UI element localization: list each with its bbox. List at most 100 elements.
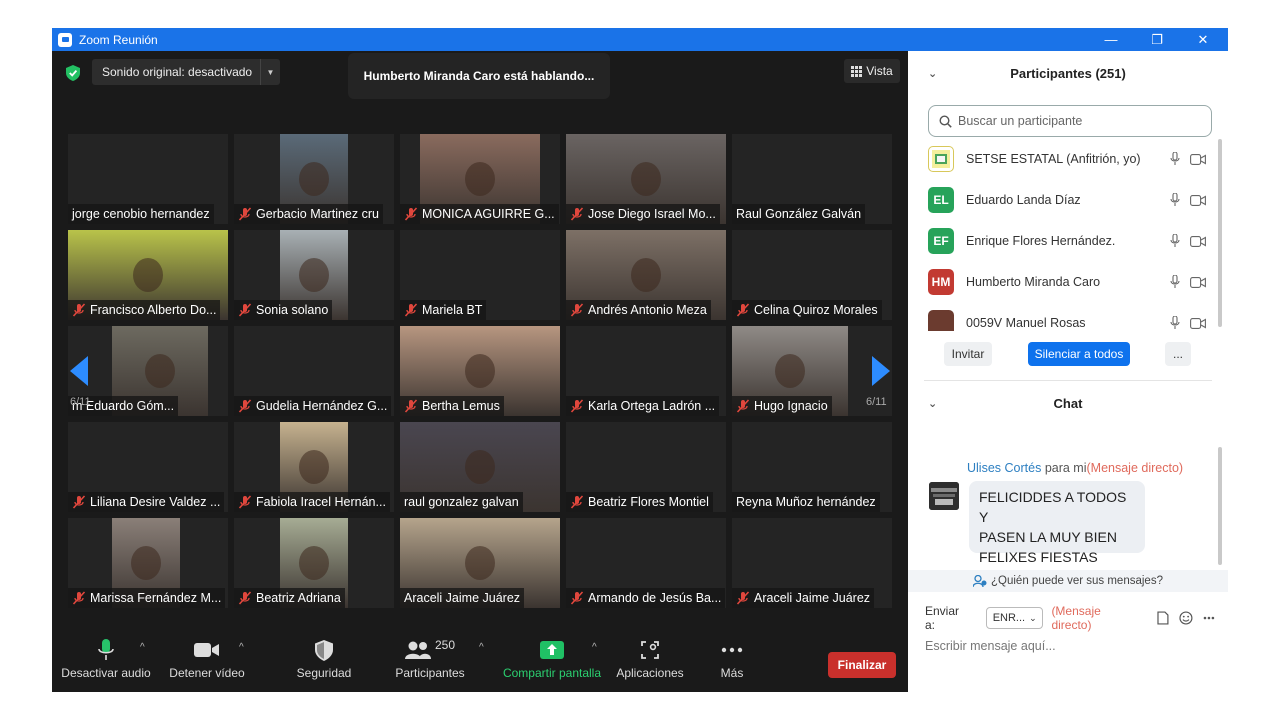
share-screen-button[interactable]: Compartir pantalla <box>498 634 606 692</box>
share-options-caret-icon[interactable]: ^ <box>592 642 597 653</box>
encryption-shield-icon[interactable] <box>66 65 80 81</box>
video-options-caret-icon[interactable]: ^ <box>239 642 244 653</box>
video-camera-icon[interactable] <box>1190 277 1206 288</box>
participant-row[interactable]: 0059V Manuel Rosas <box>928 303 1206 331</box>
mute-audio-button[interactable]: Desactivar audio <box>60 634 152 692</box>
video-tile[interactable]: raul gonzalez galvan <box>400 422 560 512</box>
video-camera-icon[interactable] <box>1190 318 1206 329</box>
participant-avatar <box>928 310 954 331</box>
participants-icon <box>404 641 431 659</box>
video-tile[interactable]: Fabiola Iracel Hernán... <box>234 422 394 512</box>
participant-name-label: Beatriz Adriana <box>234 588 345 608</box>
microphone-icon[interactable] <box>1170 193 1180 207</box>
video-tile[interactable]: Marissa Fernández M... <box>68 518 228 608</box>
video-tile[interactable]: Mariela BT <box>400 230 560 320</box>
participant-list-name: Eduardo Landa Díaz <box>966 193 1081 207</box>
participant-row[interactable]: HM Humberto Miranda Caro <box>928 262 1206 302</box>
participant-name: Andrés Antonio Meza <box>588 303 707 317</box>
original-sound-dropdown[interactable]: Sonido original: desactivado ▼ <box>92 59 280 85</box>
restore-button[interactable]: ❐ <box>1134 28 1180 51</box>
window-title: Zoom Reunión <box>79 32 158 47</box>
participant-avatar <box>928 146 954 172</box>
video-tile[interactable]: jorge cenobio hernandez <box>68 134 228 224</box>
security-button[interactable]: Seguridad <box>288 634 360 692</box>
participant-name: Gerbacio Martinez cru <box>256 207 379 221</box>
audio-options-caret-icon[interactable]: ^ <box>140 642 145 653</box>
video-tile[interactable]: Francisco Alberto Do... <box>68 230 228 320</box>
microphone-icon[interactable] <box>1170 234 1180 248</box>
video-camera-icon[interactable] <box>1190 195 1206 206</box>
recipient-dropdown[interactable]: ENR... ⌄ <box>985 607 1044 629</box>
participants-options-caret-icon[interactable]: ^ <box>479 642 484 653</box>
view-button[interactable]: Vista <box>844 59 900 83</box>
participant-list-name: 0059V Manuel Rosas <box>966 316 1086 330</box>
close-button[interactable]: ✕ <box>1180 28 1226 51</box>
shield-icon <box>315 639 333 661</box>
video-tile[interactable]: Gudelia Hernández G... <box>234 326 394 416</box>
muted-microphone-icon <box>736 399 750 413</box>
apps-button[interactable]: Aplicaciones <box>614 634 686 692</box>
next-page-arrow-icon[interactable] <box>872 356 890 386</box>
microphone-icon[interactable] <box>1170 316 1180 330</box>
minimize-button[interactable]: — <box>1088 28 1134 51</box>
participants-more-button[interactable]: ... <box>1165 342 1191 366</box>
video-tile[interactable]: Beatriz Flores Montiel <box>566 422 726 512</box>
stop-video-button[interactable]: Detener vídeo <box>164 634 250 692</box>
view-label: Vista <box>866 64 893 78</box>
participant-row[interactable]: EF Enrique Flores Hernández. <box>928 221 1206 261</box>
original-sound-label: Sonido original: desactivado <box>102 65 253 79</box>
video-camera-icon[interactable] <box>1190 236 1206 247</box>
participant-name-label: Liliana Desire Valdez ... <box>68 492 225 512</box>
video-tile[interactable]: Gerbacio Martinez cru <box>234 134 394 224</box>
video-tile[interactable]: Beatriz Adriana <box>234 518 394 608</box>
end-meeting-button[interactable]: Finalizar <box>828 652 896 678</box>
meeting-toolbar: Desactivar audio ^ Detener vídeo ^ Segur… <box>52 634 908 692</box>
participant-name-label: raul gonzalez galvan <box>400 492 523 512</box>
chat-message-input[interactable]: Escribir mensaje aquí... <box>925 639 1056 653</box>
video-tile[interactable]: Andrés Antonio Meza <box>566 230 726 320</box>
participant-silhouette <box>465 354 495 388</box>
emoji-icon[interactable] <box>1179 611 1193 625</box>
video-tile[interactable]: Liliana Desire Valdez ... <box>68 422 228 512</box>
chat-scrollbar[interactable] <box>1218 447 1222 565</box>
video-tile[interactable]: Sonia solano <box>234 230 394 320</box>
participants-button[interactable]: 250 Participantes <box>386 634 474 692</box>
video-tile[interactable]: Jose Diego Israel Mo... <box>566 134 726 224</box>
invite-button[interactable]: Invitar <box>944 342 992 366</box>
chat-sender-name[interactable]: Ulises Cortés <box>967 461 1041 475</box>
chevron-down-icon[interactable]: ▼ <box>260 59 280 85</box>
more-button[interactable]: Más <box>708 634 756 692</box>
video-tile[interactable]: Celina Quiroz Morales <box>732 230 892 320</box>
video-tile[interactable]: Reyna Muñoz hernández <box>732 422 892 512</box>
chat-message-line: FELICIDDES A TODOS Y <box>979 489 1127 525</box>
participant-name: Jose Diego Israel Mo... <box>588 207 716 221</box>
who-can-see-messages-link[interactable]: ¿Quién puede ver sus mensajes? <box>908 570 1228 592</box>
previous-page-arrow-icon[interactable] <box>70 356 88 386</box>
more-label: Más <box>720 666 744 680</box>
chat-collapse-chevron-icon[interactable]: ⌄ <box>928 397 937 410</box>
send-mode-label: (Mensaje directo) <box>1051 604 1101 632</box>
video-tile[interactable]: Raul González Galván <box>732 134 892 224</box>
video-tile[interactable]: Bertha Lemus <box>400 326 560 416</box>
participant-name: Francisco Alberto Do... <box>90 303 217 317</box>
participant-row[interactable]: SETSE ESTATAL (Anfitrión, yo) <box>928 139 1206 179</box>
video-camera-icon[interactable] <box>1190 154 1206 165</box>
microphone-icon[interactable] <box>1170 275 1180 289</box>
video-tile[interactable]: Araceli Jaime Juárez <box>732 518 892 608</box>
chat-more-icon[interactable] <box>1203 616 1215 620</box>
participant-silhouette <box>465 450 495 484</box>
video-tile[interactable]: Araceli Jaime Juárez <box>400 518 560 608</box>
people-icon <box>973 575 987 587</box>
video-tile[interactable]: Karla Ortega Ladrón ... <box>566 326 726 416</box>
participant-list-name: Humberto Miranda Caro <box>966 275 1101 289</box>
video-tile[interactable]: MONICA AGUIRRE G... <box>400 134 560 224</box>
video-tile[interactable]: m Eduardo Góm... <box>68 326 228 416</box>
video-tile[interactable]: Armando de Jesús Ba... <box>566 518 726 608</box>
mute-all-button[interactable]: Silenciar a todos <box>1028 342 1130 366</box>
participant-silhouette <box>465 162 495 196</box>
who-can-see-label: ¿Quién puede ver sus mensajes? <box>991 575 1163 587</box>
participant-name-label: Raul González Galván <box>732 204 866 224</box>
participant-row[interactable]: EL Eduardo Landa Díaz <box>928 180 1206 220</box>
file-icon[interactable] <box>1157 611 1169 625</box>
microphone-icon[interactable] <box>1170 152 1180 166</box>
